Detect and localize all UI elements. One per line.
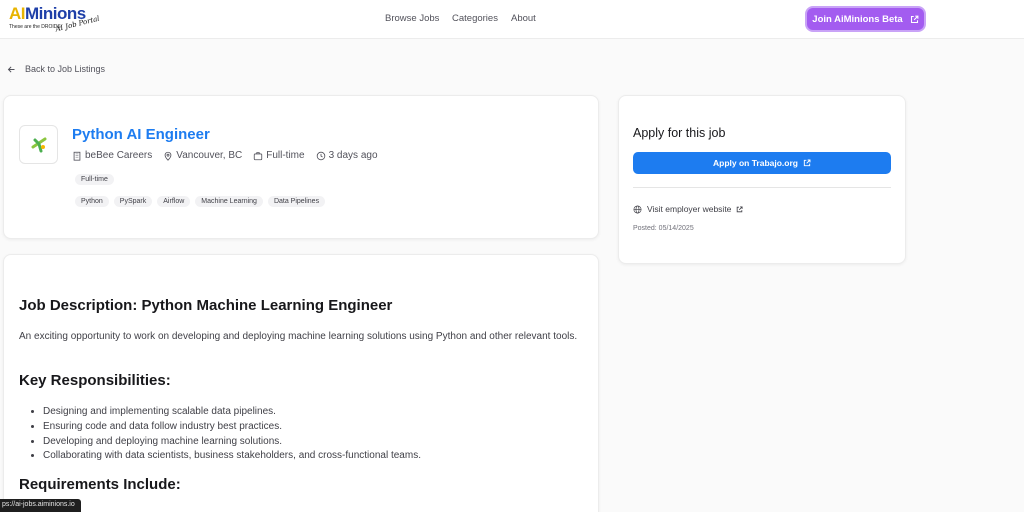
skill-tags: Python PySpark Airflow Machine Learning … [75, 196, 326, 207]
external-link-icon [910, 15, 919, 23]
join-beta-button[interactable]: Join AiMinions Beta [807, 8, 924, 30]
apply-card: Apply for this job Apply on Trabajo.org … [618, 95, 906, 264]
building-icon [73, 151, 81, 161]
skill-tag: Python [75, 196, 109, 207]
job-posted-ago: 3 days ago [316, 150, 378, 161]
globe-icon [633, 205, 642, 213]
job-meta: beBee Careers Vancouver, BC Full-time 3 … [72, 150, 378, 161]
logo-tagline: These are the DROIDS [9, 24, 61, 30]
location-text: Vancouver, BC [176, 150, 243, 161]
visit-employer-label: Visit employer website [647, 204, 732, 214]
skill-tag: Airflow [157, 196, 191, 207]
requirements-heading: Requirements Include: [19, 476, 181, 493]
nav-categories[interactable]: Categories [452, 13, 498, 24]
list-item: Developing and deploying machine learnin… [43, 435, 421, 450]
external-link-icon [803, 159, 811, 167]
job-description-card: Job Description: Python Machine Learning… [3, 254, 599, 512]
job-type-text: Full-time [266, 150, 305, 161]
arrow-left-icon [7, 66, 15, 72]
bebee-logo-icon [31, 137, 46, 152]
apply-button[interactable]: Apply on Trabajo.org [633, 152, 891, 174]
job-type: Full-time [253, 150, 305, 161]
aiminions-logo[interactable]: AIMinions These are the DROIDS AI Job Po… [9, 5, 109, 35]
divider [633, 187, 891, 188]
list-item: Collaborating with data scientists, busi… [43, 449, 421, 464]
responsibilities-heading: Key Responsibilities: [19, 372, 171, 389]
join-beta-label: Join AiMinions Beta [812, 13, 903, 25]
nav-browse-jobs[interactable]: Browse Jobs [385, 13, 439, 24]
briefcase-icon [254, 151, 263, 160]
description-heading: Job Description: Python Machine Learning… [19, 297, 393, 314]
logo-ai-text: AI [9, 4, 26, 23]
company-logo [19, 125, 58, 164]
list-item: Designing and implementing scalable data… [43, 405, 421, 420]
employment-type-badge: Full-time [75, 174, 114, 185]
posted-ago-text: 3 days ago [328, 150, 378, 161]
description-intro: An exciting opportunity to work on devel… [19, 331, 578, 342]
status-bar-url: ps://ai-jobs.aiminions.io [0, 499, 81, 512]
job-summary-card: Python AI Engineer beBee Careers Vancouv… [3, 95, 599, 239]
job-location: Vancouver, BC [163, 150, 242, 161]
apply-button-label: Apply on Trabajo.org [712, 158, 798, 168]
skill-tag: PySpark [113, 196, 153, 207]
job-title: Python AI Engineer [72, 126, 210, 143]
visit-employer-link[interactable]: Visit employer website [633, 204, 743, 214]
list-item: Ensuring code and data follow industry b… [43, 420, 421, 435]
apply-title: Apply for this job [633, 126, 726, 140]
external-link-icon [737, 205, 743, 212]
map-pin-icon [164, 151, 172, 161]
company-name: beBee Careers [85, 150, 153, 161]
responsibilities-list: Designing and implementing scalable data… [43, 405, 421, 464]
posted-date: Posted: 05/14/2025 [633, 225, 694, 232]
back-to-listings-link[interactable]: Back to Job Listings [7, 64, 105, 74]
clock-icon [316, 151, 325, 160]
skill-tag: Machine Learning [195, 196, 263, 207]
back-label: Back to Job Listings [25, 64, 106, 74]
skill-tag: Data Pipelines [267, 196, 326, 207]
nav-about[interactable]: About [511, 13, 536, 24]
top-navigation-bar: AIMinions These are the DROIDS AI Job Po… [0, 0, 1024, 39]
job-company: beBee Careers [72, 150, 152, 161]
